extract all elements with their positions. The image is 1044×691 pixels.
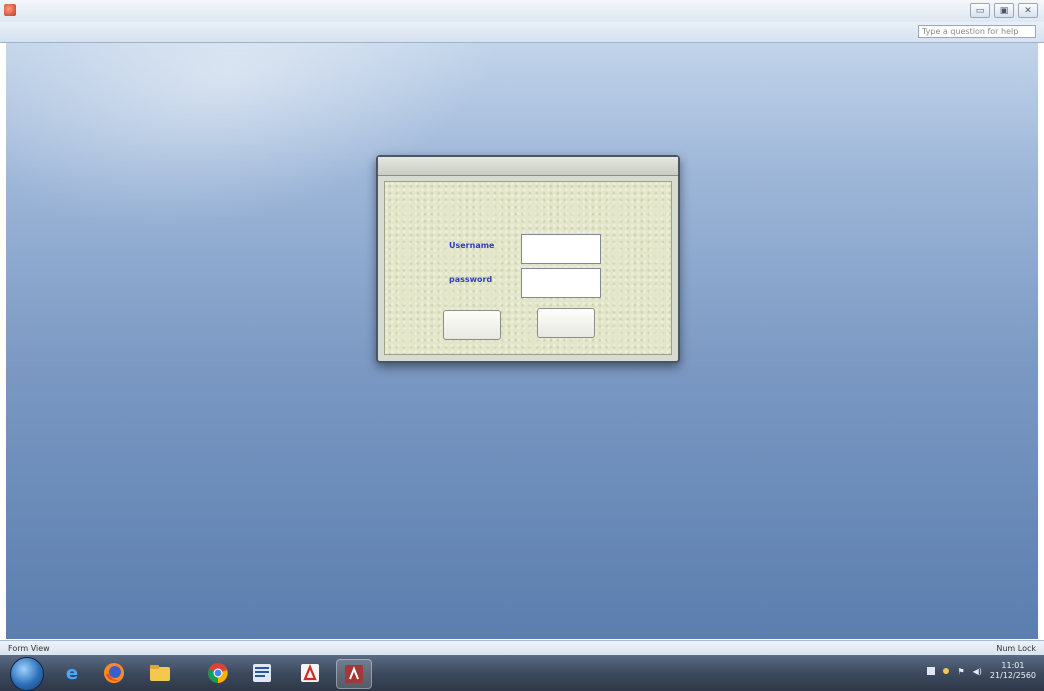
network-icon[interactable]: ⚑ <box>957 667 964 676</box>
dialog-title-bar[interactable] <box>378 157 678 176</box>
taskbar: e ⚑ ◀) 11:01 21/12/2560 <box>0 655 1044 691</box>
app-icon <box>4 4 16 16</box>
maximize-button[interactable]: ▣ <box>994 3 1014 18</box>
chrome-icon[interactable] <box>204 659 232 687</box>
acrobat-icon[interactable] <box>296 659 324 687</box>
dialog-body: Username password <box>384 181 672 355</box>
clock[interactable]: 11:01 21/12/2560 <box>990 661 1036 681</box>
notification-icon[interactable] <box>943 668 950 674</box>
status-num-lock: Num Lock <box>996 644 1036 653</box>
clock-date: 21/12/2560 <box>989 671 1036 680</box>
clock-time: 11:01 <box>1001 661 1025 670</box>
cancel-button[interactable] <box>537 308 595 338</box>
windows-start-icon[interactable] <box>10 657 44 691</box>
word-icon[interactable] <box>248 659 276 687</box>
password-input[interactable] <box>521 268 601 298</box>
username-input[interactable] <box>521 234 601 264</box>
title-bar: ▭ ▣ ✕ <box>0 0 1044 23</box>
minimize-button[interactable]: ▭ <box>970 3 990 18</box>
ok-button[interactable] <box>443 310 501 340</box>
action-center-icon[interactable] <box>927 667 936 675</box>
status-view-mode: Form View <box>8 644 50 653</box>
firefox-icon[interactable] <box>100 659 128 687</box>
status-bar: Form View Num Lock <box>0 640 1044 656</box>
close-button[interactable]: ✕ <box>1018 3 1038 18</box>
application-window: ▭ ▣ ✕ Type a question for help Username … <box>0 0 1044 691</box>
password-label: password <box>449 275 493 284</box>
help-search-input[interactable]: Type a question for help <box>918 25 1036 38</box>
username-label: Username <box>449 241 495 250</box>
file-explorer-icon[interactable] <box>146 659 174 687</box>
login-dialog: Username password <box>376 155 680 363</box>
access-icon[interactable] <box>336 659 372 689</box>
menu-bar: Type a question for help <box>0 22 1044 43</box>
internet-explorer-icon[interactable]: e <box>58 659 86 687</box>
system-tray: ⚑ ◀) 11:01 21/12/2560 <box>927 661 1036 681</box>
volume-icon[interactable]: ◀) <box>973 667 982 676</box>
